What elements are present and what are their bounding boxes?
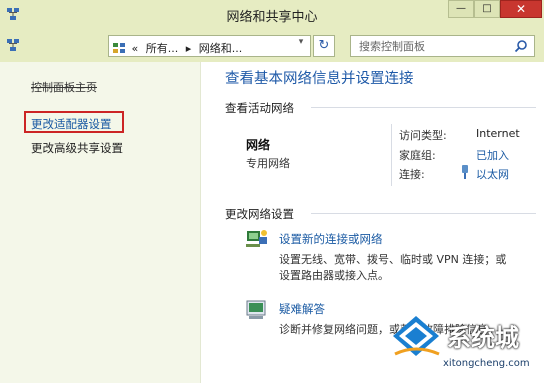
address-toolbar: « 所有... ▸ 网络和... ▾ ↻ [0, 30, 544, 62]
network-name: 网络 [246, 138, 271, 152]
change-settings-heading: 更改网络设置 [225, 207, 294, 221]
access-type-label: 访问类型: [399, 129, 447, 142]
active-networks-heading: 查看活动网络 [225, 101, 294, 115]
page-title: 查看基本网络信息并设置连接 [225, 71, 414, 87]
breadcrumb-all[interactable]: 所有... [146, 42, 179, 55]
address-dropdown-icon[interactable]: ▾ [294, 35, 308, 49]
left-task-pane: 控制面板主页 更改适配器设置 更改高级共享设置 [0, 62, 201, 383]
homegroup-label: 家庭组: [399, 149, 436, 162]
network-type: 专用网络 [246, 157, 290, 170]
section-divider [311, 107, 536, 108]
minimize-button[interactable]: — [448, 0, 474, 18]
setup-new-connection-link[interactable]: 设置新的连接或网络 [279, 231, 383, 247]
watermark: 系统城 xitongcheng.com [385, 310, 544, 383]
ethernet-connection-link[interactable]: 以太网 [476, 166, 509, 182]
vertical-divider [391, 124, 392, 186]
breadcrumb-overflow[interactable]: « [132, 42, 139, 55]
search-input[interactable] [357, 39, 511, 54]
address-bar[interactable]: « 所有... ▸ 网络和... [108, 35, 311, 57]
search-icon[interactable] [514, 39, 528, 53]
troubleshoot-icon [246, 300, 266, 319]
control-panel-icon [113, 43, 125, 53]
change-adapter-settings-label[interactable]: 更改适配器设置 [31, 116, 112, 132]
breadcrumb-network[interactable]: 网络和... [199, 42, 243, 55]
search-box[interactable] [350, 35, 535, 57]
close-button[interactable]: ✕ [500, 0, 542, 18]
refresh-button[interactable]: ↻ [313, 35, 335, 57]
control-panel-home-link[interactable]: 控制面板主页 [31, 79, 97, 95]
change-advanced-sharing-link[interactable]: 更改高级共享设置 [31, 140, 123, 156]
maximize-button[interactable]: □ [474, 0, 500, 18]
connection-label: 连接: [399, 168, 425, 181]
windows-logo-icon [393, 316, 440, 356]
new-connection-icon [246, 230, 267, 247]
access-type-value: Internet [476, 127, 520, 140]
network-nav-icon[interactable] [6, 38, 20, 52]
setup-connection-desc-2: 设置路由器或接入点。 [279, 269, 389, 282]
title-bar: 网络和共享中心 — □ ✕ [0, 0, 544, 30]
watermark-url: xitongcheng.com [443, 358, 530, 369]
troubleshoot-link[interactable]: 疑难解答 [279, 301, 325, 317]
section-divider [311, 213, 536, 214]
watermark-brand: 系统城 [447, 324, 519, 352]
ethernet-icon[interactable] [460, 164, 470, 180]
breadcrumb-separator[interactable]: ▸ [186, 42, 192, 55]
homegroup-link[interactable]: 已加入 [476, 147, 509, 163]
setup-connection-desc: 设置无线、宽带、拨号、临时或 VPN 连接；或 [279, 253, 507, 266]
change-adapter-settings-link[interactable]: 更改适配器设置 [24, 111, 124, 133]
